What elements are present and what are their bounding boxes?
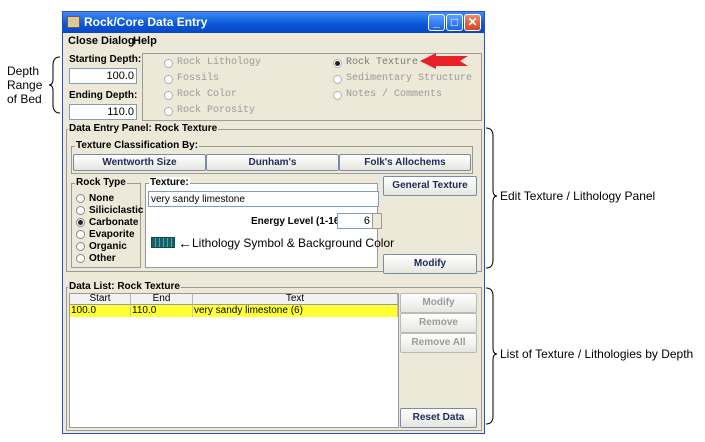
modify-texture-button[interactable]: Modify: [383, 254, 477, 274]
energy-spinner[interactable]: [372, 213, 382, 229]
radio-evaporite[interactable]: [76, 230, 85, 239]
radio-fossils[interactable]: [164, 75, 173, 84]
depth-annotation: Depth Range of Bed: [7, 64, 42, 106]
option-rock-color: Rock Color: [177, 89, 238, 100]
depth-annotation-line3: of Bed: [7, 92, 42, 106]
rock-core-window: Rock/Core Data Entry _ □ ✕ Close Dialog …: [62, 11, 485, 434]
cell-end: 110.0: [131, 305, 193, 317]
rock-type-siliciclastic: Siliciclastic: [89, 205, 144, 216]
list-panel-annotation: List of Texture / Lithologies by Depth: [500, 347, 694, 361]
rock-type-title: Rock Type: [75, 177, 127, 188]
list-modify-button[interactable]: Modify: [400, 293, 477, 313]
data-table[interactable]: Start End Text 100.0 110.0 very sandy li…: [69, 293, 399, 428]
texture-title: Texture:: [149, 177, 190, 188]
list-remove-all-button[interactable]: Remove All: [400, 333, 477, 353]
cell-start: 100.0: [70, 305, 131, 317]
radio-carbonate[interactable]: [76, 218, 85, 227]
close-button[interactable]: ✕: [464, 14, 481, 31]
depth-brace: [48, 56, 61, 114]
energy-level-field[interactable]: 6: [337, 213, 373, 229]
reset-data-button[interactable]: Reset Data: [400, 408, 477, 428]
wentworth-size-button[interactable]: Wentworth Size: [73, 154, 206, 171]
radio-rock-porosity[interactable]: [164, 107, 173, 116]
symbol-callout-arrow: ←: [178, 235, 192, 251]
minimize-button[interactable]: _: [428, 14, 445, 31]
callout-arrow-icon: [420, 53, 468, 69]
depth-annotation-line1: Depth: [7, 64, 40, 78]
rock-type-carbonate: Carbonate: [89, 217, 139, 228]
edit-panel-brace: [485, 127, 498, 269]
radio-sedimentary-structure[interactable]: [333, 75, 342, 84]
rock-type-evaporite: Evaporite: [89, 229, 135, 240]
app-icon: [67, 16, 80, 28]
radio-rock-color[interactable]: [164, 91, 173, 100]
list-remove-button[interactable]: Remove: [400, 313, 477, 333]
symbol-callout-text: Lithology Symbol & Background Color: [192, 236, 395, 250]
cell-text: very sandy limestone (6): [193, 305, 398, 317]
rock-type-other: Other: [89, 253, 116, 264]
ending-depth-field[interactable]: 110.0: [69, 104, 137, 120]
radio-none[interactable]: [76, 194, 85, 203]
option-rock-lithology: Rock Lithology: [177, 57, 262, 68]
radio-other[interactable]: [76, 254, 85, 263]
window-title: Rock/Core Data Entry: [84, 15, 208, 29]
rock-type-none: None: [89, 193, 114, 204]
folks-allochems-button[interactable]: Folk's Allochems: [339, 154, 471, 171]
energy-level-label: Energy Level (1-16):: [251, 216, 347, 227]
classification-title: Texture Classification By:: [75, 140, 200, 151]
ending-depth-label: Ending Depth:: [69, 90, 138, 101]
edit-panel-annotation: Edit Texture / Lithology Panel: [500, 189, 656, 203]
maximize-button[interactable]: □: [446, 14, 463, 31]
general-texture-button[interactable]: General Texture: [383, 176, 477, 196]
option-rock-texture: Rock Texture: [346, 57, 419, 68]
dunhams-button[interactable]: Dunham's: [206, 154, 339, 171]
menu-help[interactable]: Help: [133, 35, 157, 47]
radio-notes-comments[interactable]: [333, 91, 342, 100]
menu-bar: Close Dialog Help: [63, 33, 484, 50]
option-fossils: Fossils: [177, 73, 220, 84]
starting-depth-field[interactable]: 100.0: [69, 68, 137, 84]
option-notes-comments: Notes / Comments: [346, 89, 443, 100]
menu-close-dialog[interactable]: Close Dialog: [68, 35, 135, 47]
radio-rock-lithology[interactable]: [164, 59, 173, 68]
list-panel-brace: [485, 287, 498, 425]
column-header-start[interactable]: Start: [70, 294, 131, 305]
option-rock-porosity: Rock Porosity: [177, 105, 256, 116]
data-entry-panel-title: Data Entry Panel: Rock Texture: [68, 123, 219, 134]
rock-type-organic: Organic: [89, 241, 127, 252]
column-header-end[interactable]: End: [131, 294, 193, 305]
lithology-symbol-swatch: [151, 237, 175, 248]
radio-siliciclastic[interactable]: [76, 206, 85, 215]
option-sedimentary-structure: Sedimentary Structure: [346, 73, 473, 84]
column-header-text[interactable]: Text: [193, 294, 398, 305]
data-list-title: Data List: Rock Texture: [68, 281, 181, 292]
title-bar: Rock/Core Data Entry _ □ ✕: [63, 12, 484, 33]
depth-annotation-line2: Range: [7, 78, 43, 92]
starting-depth-label: Starting Depth:: [69, 54, 142, 65]
table-row[interactable]: 100.0 110.0 very sandy limestone (6): [70, 305, 398, 317]
radio-organic[interactable]: [76, 242, 85, 251]
texture-input[interactable]: very sandy limestone: [148, 191, 379, 207]
radio-rock-texture[interactable]: [333, 59, 342, 68]
